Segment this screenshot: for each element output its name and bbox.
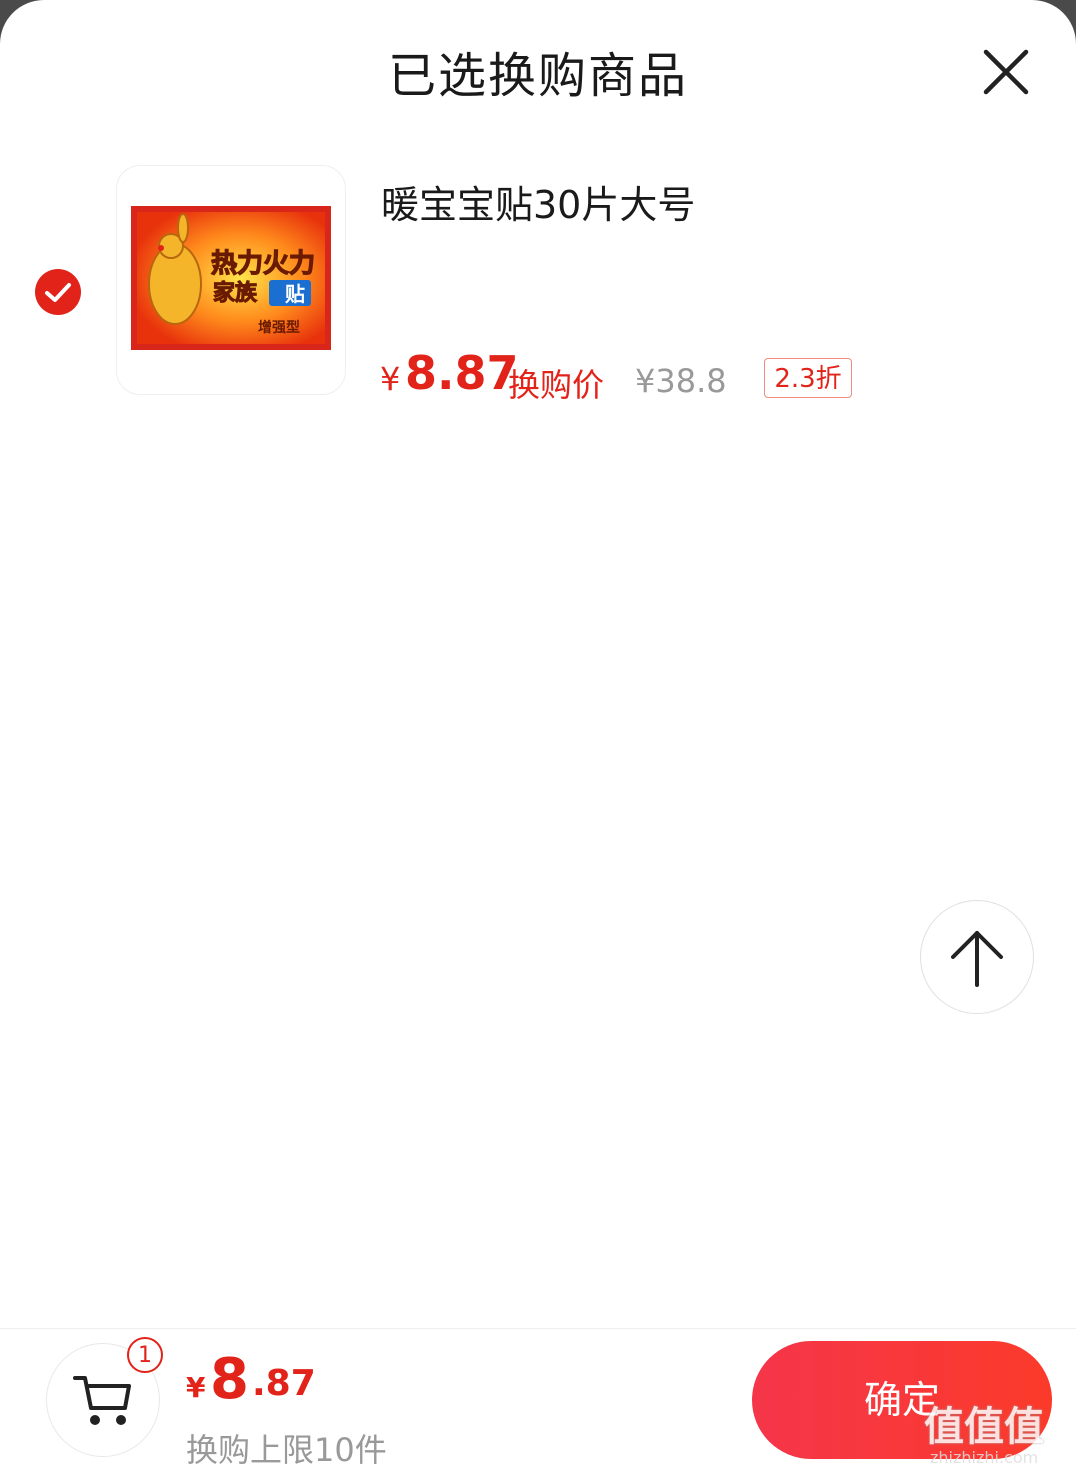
- watermark: 值值值 zhizhizhi.com: [924, 1394, 1072, 1474]
- original-price: ¥38.8: [635, 362, 727, 400]
- product-image: 热力火力 家族 贴 增强型: [131, 206, 331, 350]
- product-name[interactable]: 暖宝宝贴30片大号: [381, 174, 695, 229]
- bottom-bar: 1 ¥ 8 .87 换购上限10件 确定: [0, 1328, 1076, 1478]
- close-icon: [983, 49, 1029, 95]
- close-button[interactable]: [978, 44, 1034, 100]
- exchange-price-label: 换购价: [508, 366, 605, 404]
- thumb-brand-line1: 热力火力: [211, 249, 315, 279]
- thumb-brand-tag: 贴: [285, 282, 305, 306]
- arrow-up-icon: [951, 931, 1003, 987]
- sheet-title: 已选换购商品: [387, 48, 688, 104]
- product-thumbnail[interactable]: 热力火力 家族 贴 增强型: [116, 165, 346, 395]
- cart-count-badge: 1: [127, 1337, 163, 1373]
- watermark-logo: 值值值: [924, 1404, 1044, 1450]
- thumb-brand-line2: 家族: [213, 280, 258, 306]
- exchange-limit-text: 换购上限10件: [186, 1431, 387, 1469]
- back-to-top-button[interactable]: [920, 900, 1034, 1014]
- discount-badge: 2.3折: [764, 358, 852, 398]
- cart-icon: [73, 1376, 131, 1425]
- watermark-url: zhizhizhi.com: [930, 1448, 1039, 1467]
- price-currency: ¥: [380, 360, 401, 398]
- total-currency: ¥: [186, 1371, 206, 1404]
- exchange-sheet: 已选换购商品 热力火力 家族 贴 增强型 暖宝宝贴30片大号 ¥ 8.87 换购…: [0, 0, 1076, 1478]
- thumb-variant: 增强型: [258, 319, 300, 336]
- total-integer: 8: [210, 1347, 249, 1412]
- total-decimal: .87: [252, 1363, 316, 1404]
- product-select-checkbox[interactable]: [35, 269, 81, 315]
- exchange-price: 8.87: [405, 346, 519, 400]
- check-icon: [35, 269, 81, 315]
